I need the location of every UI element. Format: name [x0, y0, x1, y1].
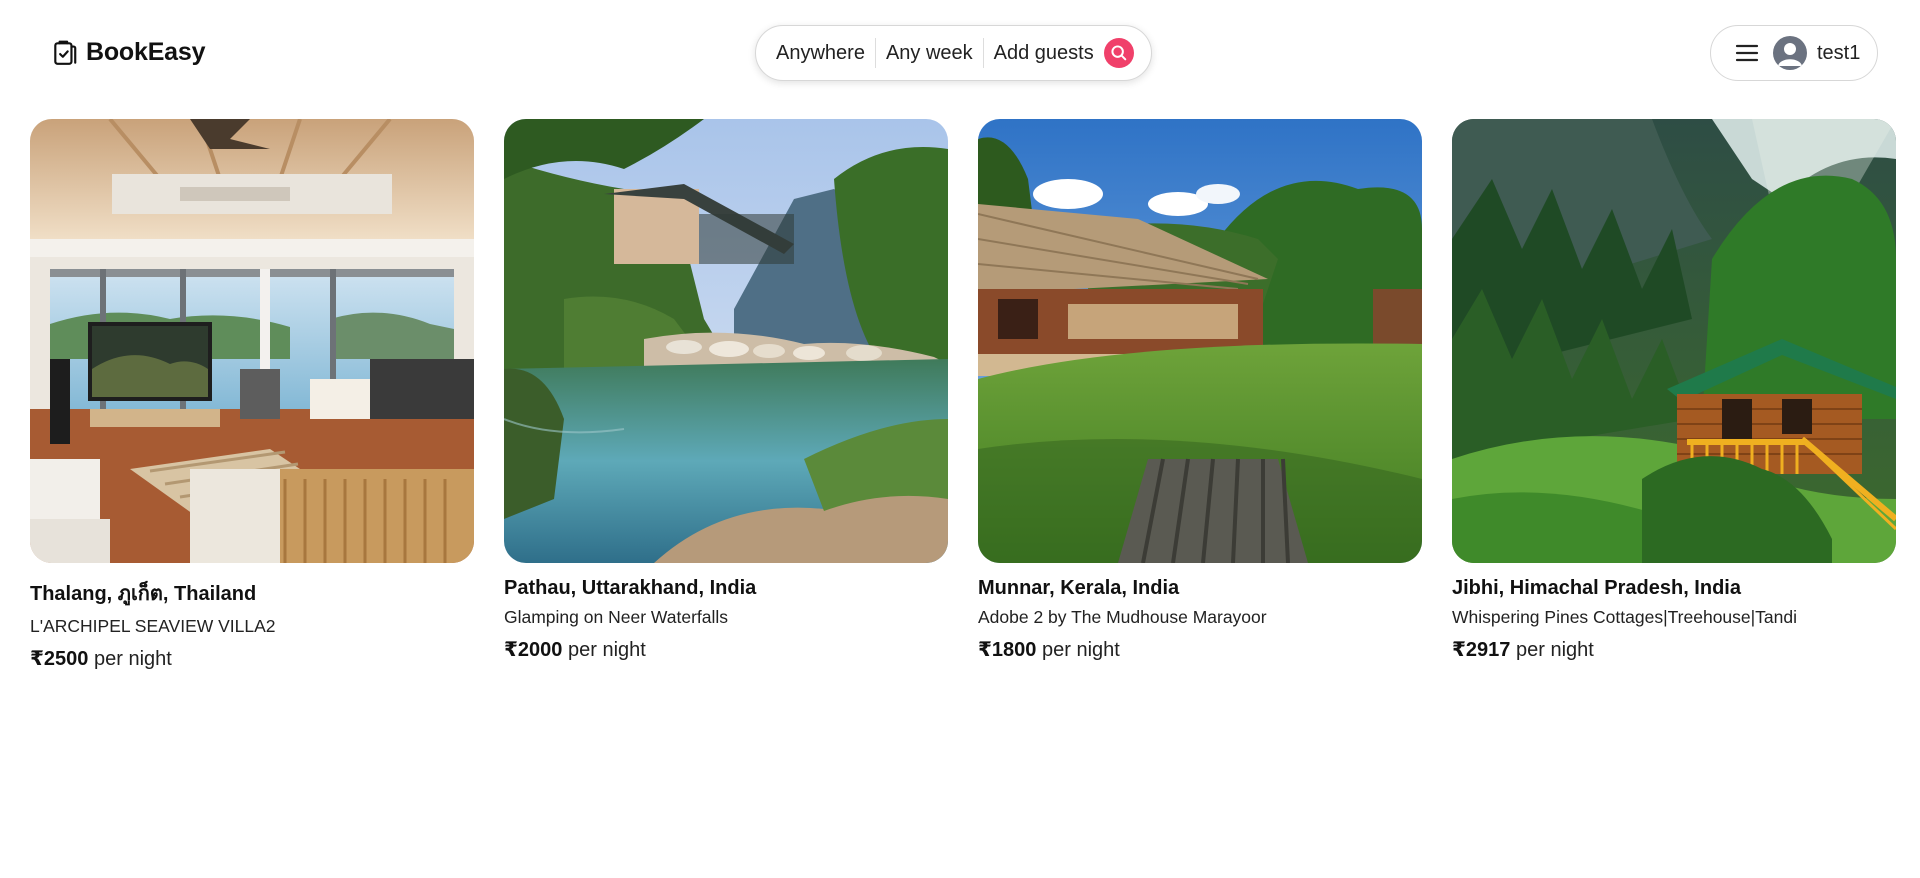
listing-price: ₹2917: [1452, 639, 1511, 661]
listing-photo[interactable]: [978, 119, 1422, 563]
listing-location: Thalang, ภูเก็ต, Thailand: [30, 583, 257, 605]
listing-photo[interactable]: [30, 119, 474, 563]
listing-price-line: ₹2500 per night: [30, 646, 474, 671]
listings-grid: Thalang, ภูเก็ต, Thailand L'ARCHIPEL SEA…: [30, 119, 1900, 671]
listing-location: Munnar, Kerala, India: [978, 577, 1180, 599]
listing-price-line: ₹2000 per night: [504, 637, 948, 662]
listing-card[interactable]: Pathau, Uttarakhand, India Glamping on N…: [504, 119, 948, 671]
user-avatar-icon: [1773, 36, 1807, 70]
listing-photo[interactable]: [504, 119, 948, 563]
search-icon: [1111, 45, 1127, 61]
user-menu-button[interactable]: test1: [1710, 25, 1878, 81]
hamburger-menu-icon: [1735, 44, 1759, 62]
search-who[interactable]: Add guests: [984, 26, 1104, 80]
search-button[interactable]: [1103, 38, 1134, 68]
listing-price: ₹2000: [504, 639, 563, 661]
listing-title: Glamping on Neer Waterfalls: [504, 607, 729, 627]
listing-location: Jibhi, Himachal Pradesh, India: [1452, 577, 1741, 599]
listing-card[interactable]: Thalang, ภูเก็ต, Thailand L'ARCHIPEL SEA…: [30, 119, 474, 671]
brand-name: BookEasy: [86, 38, 206, 66]
listing-title: Adobe 2 by The Mudhouse Marayoor: [978, 607, 1267, 627]
search-where[interactable]: Anywhere: [756, 26, 875, 80]
username: test1: [1817, 41, 1861, 64]
brand-logo[interactable]: BookEasy: [52, 38, 205, 67]
listing-title: L'ARCHIPEL SEAVIEW VILLA2: [30, 616, 276, 636]
listing-price: ₹1800: [978, 639, 1037, 661]
listing-price-unit: per night: [1036, 639, 1120, 661]
listing-price-unit: per night: [88, 648, 172, 670]
listing-price-unit: per night: [1510, 639, 1594, 661]
search-when[interactable]: Any week: [876, 26, 983, 80]
listing-card[interactable]: Munnar, Kerala, India Adobe 2 by The Mud…: [978, 119, 1422, 671]
search-bar[interactable]: Anywhere Any week Add guests: [755, 25, 1152, 81]
clipboard-check-icon: [54, 40, 77, 65]
listing-photo[interactable]: [1452, 119, 1896, 563]
listing-title: Whispering Pines Cottages|Treehouse|Tand…: [1452, 607, 1798, 627]
listing-location: Pathau, Uttarakhand, India: [504, 577, 757, 599]
top-header: BookEasy Anywhere Any week Add guests te…: [0, 0, 1920, 105]
listing-price-unit: per night: [562, 639, 646, 661]
listing-price: ₹2500: [30, 648, 89, 670]
listing-price-line: ₹1800 per night: [978, 637, 1422, 662]
listing-price-line: ₹2917 per night: [1452, 637, 1896, 662]
listing-card[interactable]: Jibhi, Himachal Pradesh, India Whisperin…: [1452, 119, 1896, 671]
